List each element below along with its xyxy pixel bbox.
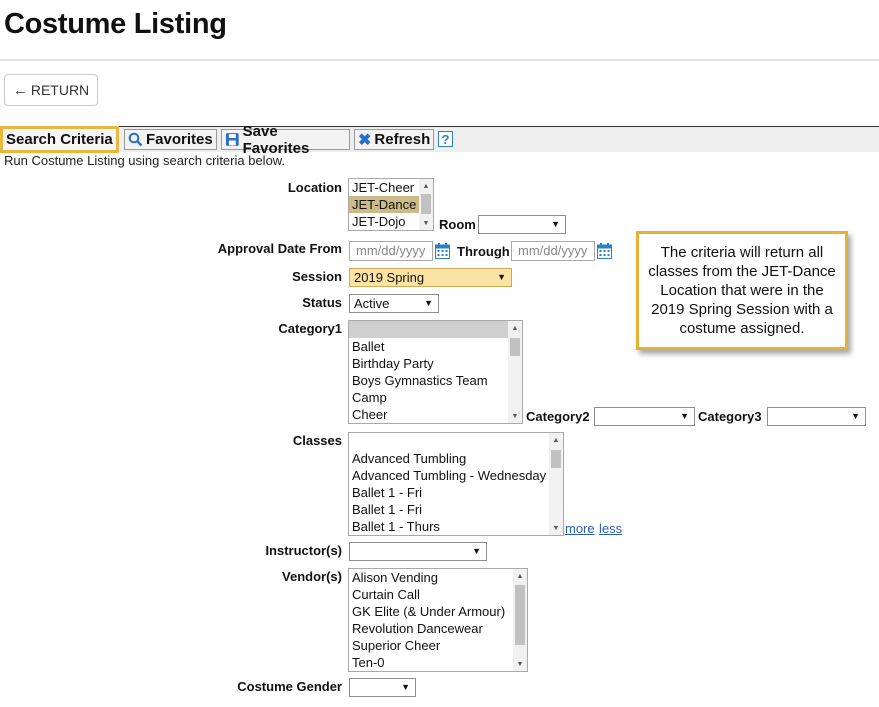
vendors-option[interactable]: GK Elite (& Under Armour) (349, 603, 527, 620)
scroll-down-icon[interactable]: ▼ (508, 409, 522, 423)
vendors-listbox[interactable]: Alison Vending Curtain Call GK Elite (& … (348, 568, 528, 672)
category3-select[interactable]: ▼ (767, 407, 866, 426)
approval-date-from-input[interactable]: mm/dd/yyyy (349, 241, 433, 261)
classes-option[interactable]: Advanced Tumbling (349, 450, 563, 467)
approval-date-through-input[interactable]: mm/dd/yyyy (511, 241, 595, 261)
scroll-up-icon[interactable]: ▲ (419, 179, 433, 193)
chevron-down-icon: ▼ (497, 272, 506, 282)
category1-option[interactable]: Ballet (349, 338, 522, 355)
favorites-button[interactable]: Favorites (124, 129, 217, 150)
return-label: RETURN (30, 82, 90, 98)
status-select[interactable]: Active ▼ (349, 294, 439, 313)
chevron-down-icon: ▼ (680, 411, 689, 421)
classes-option[interactable]: Ballet 1 - Thurs (349, 518, 563, 535)
scroll-thumb[interactable] (421, 194, 431, 214)
category1-option[interactable]: Boys Gymnastics Team (349, 372, 522, 389)
scroll-thumb[interactable] (515, 585, 525, 645)
return-button[interactable]: ← RETURN (4, 74, 98, 106)
instructors-select[interactable]: ▼ (349, 542, 487, 561)
session-select[interactable]: 2019 Spring ▼ (349, 268, 512, 287)
chevron-down-icon: ▼ (401, 682, 410, 692)
less-link[interactable]: less (599, 521, 622, 536)
search-icon (128, 132, 143, 147)
save-favorites-button[interactable]: Save Favorites (221, 123, 350, 157)
calendar-icon[interactable] (597, 243, 612, 259)
location-scrollbar[interactable]: ▲ ▼ (419, 179, 433, 230)
vendors-option[interactable]: Revolution Dancewear (349, 620, 527, 637)
chevron-down-icon: ▼ (851, 411, 860, 421)
session-value: 2019 Spring (354, 270, 425, 285)
scroll-down-icon[interactable]: ▼ (549, 521, 563, 535)
category1-option[interactable] (349, 321, 522, 338)
classes-option[interactable] (349, 433, 563, 450)
scroll-up-icon[interactable]: ▲ (513, 569, 527, 583)
scroll-up-icon[interactable]: ▲ (508, 321, 522, 335)
vendors-scrollbar[interactable]: ▲ ▼ (513, 569, 527, 671)
status-label: Status (302, 295, 342, 310)
location-label: Location (287, 180, 342, 195)
approval-date-label: Approval Date From (217, 241, 342, 256)
more-link[interactable]: more (565, 521, 595, 536)
category1-listbox[interactable]: Ballet Birthday Party Boys Gymnastics Te… (348, 320, 523, 424)
vendors-option[interactable]: Curtain Call (349, 586, 527, 603)
help-icon[interactable]: ? (438, 131, 453, 147)
instructors-label: Instructor(s) (265, 543, 342, 558)
vendors-option[interactable]: Superior Cheer (349, 637, 527, 654)
classes-option[interactable]: Ballet 1 - Fri (349, 484, 563, 501)
status-value: Active (354, 296, 390, 311)
intro-text: Run Costume Listing using search criteri… (4, 153, 286, 168)
calendar-icon[interactable] (435, 243, 450, 259)
category1-option[interactable]: Cheer (349, 406, 522, 423)
classes-option[interactable]: Advanced Tumbling - Wednesday (349, 467, 563, 484)
vendors-label: Vendor(s) (282, 569, 342, 584)
category1-option[interactable]: Birthday Party (349, 355, 522, 372)
session-label: Session (292, 269, 342, 284)
category1-label: Category1 (278, 321, 342, 336)
scroll-down-icon[interactable]: ▼ (513, 657, 527, 671)
room-select[interactable]: ▼ (478, 215, 566, 234)
chevron-down-icon: ▼ (472, 546, 481, 556)
arrow-left-icon: ← (12, 81, 28, 99)
scroll-thumb[interactable] (510, 338, 520, 356)
scroll-down-icon[interactable]: ▼ (419, 216, 433, 230)
save-icon (225, 133, 239, 146)
title-divider (0, 59, 879, 61)
search-toolbar: Search Criteria Favorites Save Favorites… (0, 123, 879, 157)
save-favorites-label: Save Favorites (242, 122, 310, 157)
vendors-option[interactable]: Alison Vending (349, 569, 527, 586)
category1-scrollbar[interactable]: ▲ ▼ (508, 321, 522, 423)
classes-scrollbar[interactable]: ▲ ▼ (549, 433, 563, 535)
refresh-button[interactable]: ✖ Refresh (354, 129, 434, 150)
page-title: Costume Listing (4, 8, 227, 40)
category2-label: Category2 (526, 409, 590, 424)
vendors-option[interactable]: Ten-0 (349, 654, 527, 671)
search-criteria-tab[interactable]: Search Criteria (0, 126, 119, 153)
location-listbox[interactable]: JET-Cheer JET-Dance JET-Dojo ▲ ▼ (348, 178, 434, 231)
chevron-down-icon: ▼ (551, 219, 560, 229)
classes-listbox[interactable]: Advanced Tumbling Advanced Tumbling - We… (348, 432, 564, 536)
search-criteria-label: Search Criteria (6, 131, 113, 148)
room-label: Room (439, 217, 476, 232)
through-label: Through (457, 244, 510, 259)
scroll-up-icon[interactable]: ▲ (549, 433, 563, 447)
scroll-thumb[interactable] (551, 450, 561, 468)
category1-option[interactable]: Camp (349, 389, 522, 406)
classes-option[interactable]: Ballet 1 - Fri (349, 501, 563, 518)
costume-gender-select[interactable]: ▼ (349, 678, 416, 697)
annotation-callout: The criteria will return all classes fro… (636, 231, 848, 350)
close-x-icon: ✖ (358, 131, 372, 149)
refresh-label: Refresh (374, 131, 431, 148)
category2-select[interactable]: ▼ (594, 407, 695, 426)
classes-label: Classes (292, 433, 342, 448)
chevron-down-icon: ▼ (424, 298, 433, 308)
costume-gender-label: Costume Gender (237, 679, 342, 694)
favorites-label: Favorites (146, 131, 213, 148)
category3-label: Category3 (698, 409, 762, 424)
